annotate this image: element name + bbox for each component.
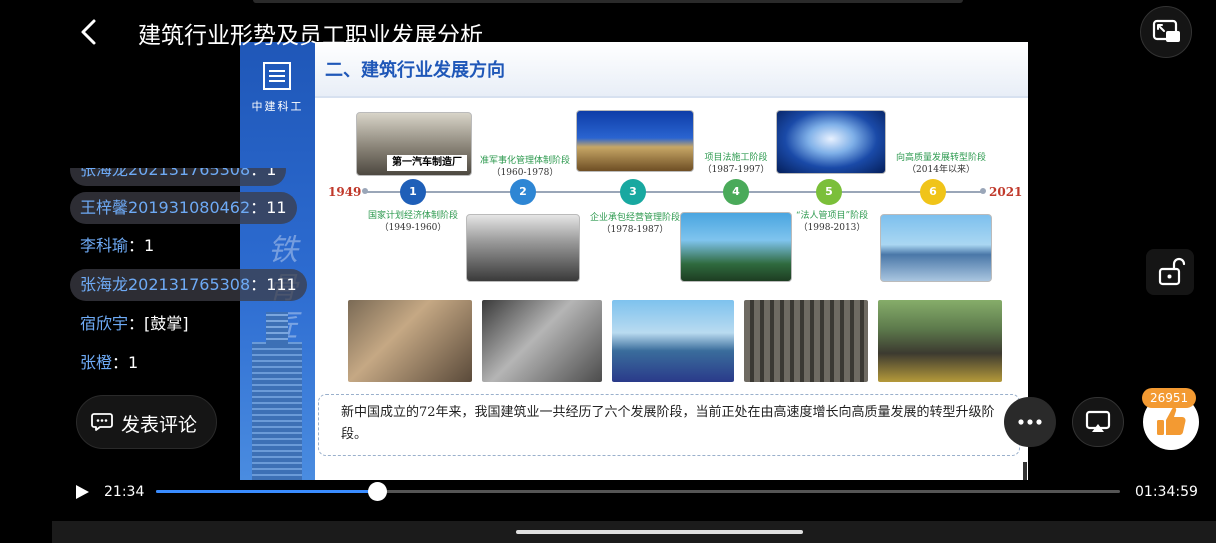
danmaku-username: 王梓馨201931080462 bbox=[80, 198, 251, 217]
photo-construction-crew bbox=[612, 300, 734, 382]
timeline-node-4: 4 bbox=[723, 179, 749, 205]
timeline-node-6: 6 bbox=[920, 179, 946, 205]
stage-years: （2014年以来） bbox=[907, 165, 975, 175]
play-button[interactable] bbox=[72, 482, 92, 502]
photo-old-city bbox=[466, 214, 580, 282]
stage-years: （1949-1960） bbox=[379, 223, 447, 233]
chevron-left-icon bbox=[81, 19, 96, 45]
danmaku-item: 王梓馨201931080462：11 bbox=[70, 192, 297, 224]
company-logo-text: 中建科工 bbox=[251, 100, 304, 113]
stage-label-2: 准军事化管理体制阶段 （1960-1978） bbox=[470, 155, 580, 179]
stage-years: （1960-1978） bbox=[491, 168, 559, 178]
cast-icon bbox=[1085, 410, 1111, 432]
danmaku-username: 张橙 bbox=[80, 353, 113, 372]
slide-sidebar: 中建科工 铁骨匠心 bbox=[240, 42, 315, 480]
danmaku-content: 1 bbox=[144, 236, 155, 255]
danmaku-username: 张海龙202131765308 bbox=[80, 160, 251, 179]
status-notch bbox=[253, 0, 963, 3]
danmaku-item: 张海龙202131765308：111 bbox=[70, 269, 307, 301]
stage-name: “法人管项目”阶段 bbox=[795, 211, 869, 221]
photo-steel-frame bbox=[482, 300, 602, 382]
progress-bar[interactable] bbox=[156, 482, 1120, 501]
unlock-icon bbox=[1158, 257, 1186, 286]
timeline-end-year: 2021 bbox=[989, 185, 1023, 199]
stage-name: 国家计划经济体制阶段 bbox=[367, 211, 458, 221]
photo-first-auto-factory: 第一汽车制造厂 bbox=[356, 112, 472, 176]
pip-button[interactable] bbox=[1140, 6, 1192, 58]
photo-caption: 第一汽车制造厂 bbox=[387, 155, 467, 171]
slide-frame: 中建科工 铁骨匠心 二、建筑行业发展方向 第一汽车制造厂 1949 2021 1… bbox=[240, 42, 1028, 480]
timeline-node-2: 2 bbox=[510, 179, 536, 205]
danmaku-content: 111 bbox=[266, 275, 297, 294]
back-button[interactable] bbox=[72, 14, 108, 50]
more-options-button[interactable] bbox=[1004, 397, 1056, 447]
danmaku-username: 宿欣宇 bbox=[80, 314, 129, 333]
picture-in-picture-icon bbox=[1152, 19, 1180, 42]
stage-label-6: 向高质量发展转型阶段 （2014年以来） bbox=[886, 152, 996, 176]
play-icon bbox=[76, 485, 89, 499]
timeline-node-3: 3 bbox=[620, 179, 646, 205]
photo-twin-towers bbox=[680, 212, 792, 282]
progress-fill bbox=[156, 490, 378, 493]
stage-years: （1987-1997） bbox=[702, 165, 770, 175]
timeline-end-dot bbox=[980, 188, 986, 194]
timeline-start-year: 1949 bbox=[328, 185, 362, 199]
cast-button[interactable] bbox=[1072, 397, 1124, 447]
photo-construction-workers bbox=[348, 300, 472, 382]
photo-scaffolding bbox=[744, 300, 868, 382]
skyscraper-image bbox=[252, 312, 302, 480]
stage-years: （1978-1987） bbox=[601, 225, 669, 235]
danmaku-content: 11 bbox=[266, 198, 287, 217]
company-logo-icon bbox=[263, 62, 291, 90]
photo-hotel-building bbox=[576, 110, 694, 172]
timeline-node-5: 5 bbox=[816, 179, 842, 205]
video-title: 建筑行业形势及员工职业发展分析 bbox=[138, 23, 483, 49]
slide-title: 二、建筑行业发展方向 bbox=[325, 60, 505, 81]
danmaku-content: 1 bbox=[128, 353, 139, 372]
stage-name: 向高质量发展转型阶段 bbox=[895, 153, 986, 163]
system-nav-bar bbox=[52, 521, 1216, 543]
photo-birds-nest bbox=[776, 110, 886, 174]
danmaku-item: 宿欣宇：[鼓掌] bbox=[80, 314, 189, 333]
danmaku-content: [鼓掌] bbox=[144, 314, 189, 333]
timeline-node-1: 1 bbox=[400, 179, 426, 205]
stage-name: 企业承包经营管理阶段 bbox=[589, 213, 680, 223]
timeline-line bbox=[365, 191, 985, 193]
home-indicator[interactable] bbox=[516, 530, 803, 534]
stage-name: 项目法施工阶段 bbox=[704, 153, 768, 163]
danmaku-item: 李科瑜：1 bbox=[80, 236, 155, 255]
danmaku-username: 李科瑜 bbox=[80, 236, 129, 255]
screen-lock-button[interactable] bbox=[1146, 249, 1194, 295]
photo-shanghai-skyline bbox=[880, 214, 992, 282]
comment-icon bbox=[91, 413, 113, 431]
slide-scrollbar bbox=[1023, 462, 1027, 480]
current-time: 21:34 bbox=[104, 484, 145, 500]
stage-label-5: “法人管项目”阶段 （1998-2013） bbox=[780, 210, 884, 234]
stage-label-1: 国家计划经济体制阶段 （1949-1960） bbox=[358, 210, 468, 234]
like-count-badge: 26951 bbox=[1142, 388, 1197, 408]
more-horizontal-icon bbox=[1018, 419, 1042, 425]
stage-years: （1998-2013） bbox=[798, 223, 866, 233]
stage-label-3: 企业承包经营管理阶段 （1978-1987） bbox=[580, 212, 690, 236]
post-comment-button[interactable]: 发表评论 bbox=[76, 395, 217, 449]
stage-label-4: 项目法施工阶段 （1987-1997） bbox=[690, 152, 782, 176]
danmaku-username: 张海龙202131765308 bbox=[80, 275, 251, 294]
stage-name: 准军事化管理体制阶段 bbox=[479, 156, 570, 166]
slide-header: 二、建筑行业发展方向 bbox=[315, 42, 1028, 98]
danmaku-item: 张橙：1 bbox=[80, 353, 139, 372]
post-comment-label: 发表评论 bbox=[121, 414, 198, 436]
progress-thumb[interactable] bbox=[368, 482, 388, 501]
summary-text: 新中国成立的72年来，我国建筑业一共经历了六个发展阶段，当前正处在由高速度增长向… bbox=[318, 394, 1020, 456]
photo-excavators bbox=[878, 300, 1002, 382]
total-time: 01:34:59 bbox=[1135, 484, 1198, 500]
timeline-start-dot bbox=[362, 188, 368, 194]
